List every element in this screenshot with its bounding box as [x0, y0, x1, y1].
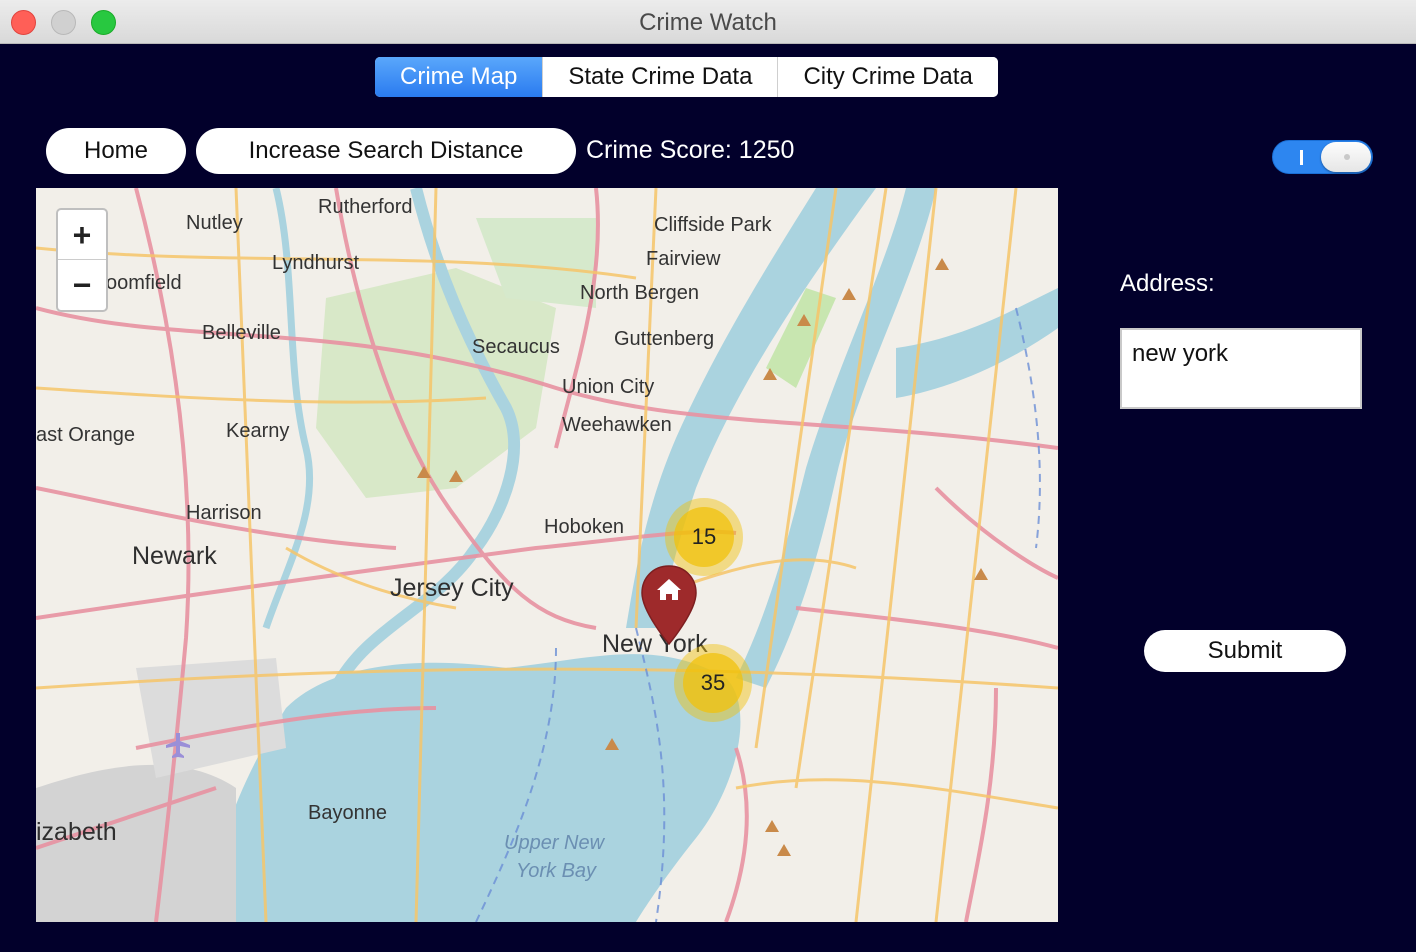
map-place-label: oomfield	[106, 272, 182, 294]
toggle-switch[interactable]	[1272, 140, 1373, 174]
app-content: Crime Map State Crime Data City Crime Da…	[0, 44, 1416, 952]
tab-state-crime-data[interactable]: State Crime Data	[543, 57, 779, 97]
map-place-label: Guttenberg	[614, 328, 715, 350]
map-place-label: Union City	[562, 376, 655, 398]
map-place-label: Cliffside Park	[654, 214, 772, 236]
map-place-label: Nutley	[186, 212, 243, 234]
increase-search-distance-button[interactable]: Increase Search Distance	[196, 128, 576, 174]
tab-crime-map[interactable]: Crime Map	[375, 57, 544, 97]
tab-bar: Crime Map State Crime Data City Crime Da…	[375, 57, 998, 97]
map-place-label: Weehawken	[562, 414, 672, 436]
crime-map[interactable]: Rutherford Nutley Lyndhurst oomfield Bel…	[36, 188, 1058, 922]
map-place-label: Jersey City	[390, 574, 514, 602]
cluster-count: 35	[683, 653, 743, 713]
toggle-knob	[1321, 142, 1371, 172]
zoom-out-button[interactable]: −	[58, 260, 106, 310]
tab-city-crime-data[interactable]: City Crime Data	[778, 57, 998, 97]
submit-button[interactable]: Submit	[1144, 630, 1346, 672]
cluster-count: 15	[674, 507, 734, 567]
home-marker-icon[interactable]	[639, 564, 699, 646]
map-place-label: Kearny	[226, 420, 290, 442]
map-place-label: Harrison	[186, 502, 262, 524]
map-place-label: Hoboken	[544, 516, 625, 538]
window-title: Crime Watch	[639, 9, 777, 36]
title-bar: Crime Watch	[0, 0, 1416, 44]
zoom-control: + −	[56, 208, 108, 312]
map-water-label: Upper New	[504, 832, 605, 854]
zoom-in-button[interactable]: +	[58, 210, 106, 260]
crime-cluster[interactable]: 35	[674, 644, 752, 722]
map-place-label: izabeth	[36, 818, 117, 846]
map-place-label: Belleville	[202, 322, 281, 344]
toggle-on-indicator	[1300, 150, 1303, 165]
map-place-label: ast Orange	[36, 424, 135, 446]
address-input[interactable]: new york	[1120, 328, 1362, 409]
map-place-label: Bayonne	[308, 802, 387, 824]
map-place-label: North Bergen	[580, 282, 699, 304]
address-label: Address:	[1120, 270, 1215, 297]
map-place-label: Lyndhurst	[272, 252, 360, 274]
map-place-label: Rutherford	[318, 196, 413, 218]
map-water-label: York Bay	[516, 860, 597, 882]
home-button[interactable]: Home	[46, 128, 186, 174]
map-place-label: Newark	[132, 542, 217, 570]
map-place-label: Secaucus	[472, 336, 560, 358]
crime-score: Crime Score: 1250	[586, 136, 795, 164]
map-place-label: Fairview	[646, 248, 721, 270]
